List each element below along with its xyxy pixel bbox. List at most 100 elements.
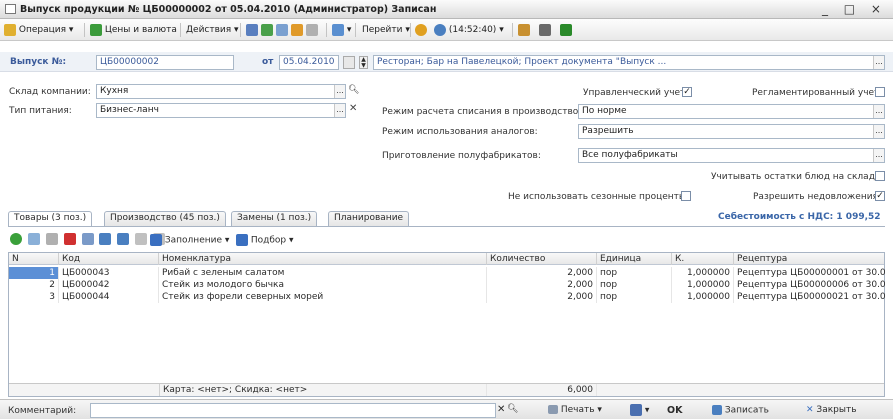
tab-goods[interactable]: Товары (3 поз.) (8, 211, 93, 227)
tab-production[interactable]: Производство (45 поз.) (104, 211, 226, 226)
col-k[interactable]: К. (672, 253, 734, 265)
warehouse-select-button[interactable]: ... (334, 85, 345, 98)
food-type-label: Тип питания: (9, 106, 72, 116)
help-icon (415, 23, 427, 36)
calendar-icon[interactable] (343, 56, 355, 69)
structure-button[interactable]: ▾ (332, 23, 351, 37)
window-title: Выпуск продукции № ЦБ00000002 от 05.04.2… (20, 4, 437, 15)
fill-icon (150, 234, 162, 246)
col-name[interactable]: Номенклатура (159, 253, 487, 265)
shortage-checkbox[interactable]: ✓ (875, 191, 885, 201)
reg-accounting-checkbox[interactable] (875, 87, 885, 97)
date-label: от (262, 57, 274, 67)
food-type-select-button[interactable]: ... (334, 104, 345, 117)
add-icon[interactable] (10, 233, 22, 245)
tree-icon[interactable] (518, 23, 530, 36)
copy-row-icon[interactable] (27, 233, 40, 245)
document-icon (5, 4, 16, 14)
tab-planning[interactable]: Планирование (328, 211, 410, 226)
move-up-icon[interactable] (99, 233, 112, 245)
save-button[interactable]: Записать (712, 405, 769, 416)
writeoff-field[interactable]: По норме... (578, 104, 885, 119)
structure-icon (332, 23, 344, 36)
pick-menu[interactable]: Подбор ▾ (236, 234, 294, 246)
select-button[interactable]: ... (873, 56, 884, 69)
sort-asc-icon[interactable] (135, 233, 148, 245)
col-code[interactable]: Код (59, 253, 159, 265)
footer-card-info: Карта: <нет>; Скидка: <нет> (159, 384, 487, 396)
fill-menu[interactable]: Заполнение ▾ (150, 234, 229, 246)
post-icon[interactable] (290, 23, 303, 36)
col-qty[interactable]: Количество (487, 253, 597, 265)
bottom-bar: Комментарий: ✕ 🔍︎ Печать ▾ ▾ OK Записать… (0, 399, 893, 419)
analog-select-button[interactable]: ... (873, 125, 884, 138)
seasonal-checkbox[interactable] (681, 191, 691, 201)
col-n[interactable]: N (9, 253, 59, 265)
move-down-icon[interactable] (117, 233, 130, 245)
prices-button[interactable]: Цены и валюта (90, 23, 177, 37)
main-toolbar: Операция ▾ Цены и валюта Действия ▾ ▾ Пе… (0, 19, 893, 41)
mgmt-accounting-checkbox[interactable]: ✓ (682, 87, 692, 97)
help-button[interactable] (415, 23, 427, 37)
table-row[interactable]: 1 ЦБ000043 Рибай с зеленым салатом 2,000… (9, 267, 886, 279)
floppy-icon (712, 405, 722, 415)
comment-clear-icon[interactable]: ✕ (497, 404, 505, 415)
date-field[interactable]: 05.04.2010 (279, 55, 339, 70)
save-icon[interactable] (246, 23, 258, 36)
warehouse-field[interactable]: Кухня... (96, 84, 346, 99)
warehouse-label: Склад компании: (9, 87, 91, 97)
print-button[interactable]: Печать ▾ (548, 405, 602, 415)
edit-icon[interactable] (45, 233, 58, 245)
goods-table: N Код Номенклатура Количество Единица К.… (8, 252, 886, 397)
unpost-icon[interactable] (305, 23, 318, 36)
table-footer: Карта: <нет>; Скидка: <нет> 6,000 (9, 383, 884, 396)
number-field[interactable]: ЦБ00000002 (96, 55, 234, 70)
title-bar: Выпуск продукции № ЦБ00000002 от 05.04.2… (0, 0, 893, 19)
comment-label: Комментарий: (8, 406, 77, 416)
delete-icon[interactable] (63, 233, 76, 245)
semi-finished-select-button[interactable]: ... (873, 149, 884, 162)
number-label: Выпуск №: (10, 57, 67, 67)
shortage-label: Разрешить недовложения (753, 192, 878, 202)
window-controls[interactable]: _ □ × (822, 2, 887, 16)
col-recipe[interactable]: Рецептура (734, 253, 886, 265)
copy-icon[interactable] (275, 23, 288, 36)
mgmt-accounting-label: Управленческий учет (583, 88, 686, 98)
food-type-field[interactable]: Бизнес-ланч... (96, 103, 346, 118)
table-row[interactable]: 3 ЦБ000044 Стейк из форели северных море… (9, 291, 886, 303)
list-icon[interactable] (538, 23, 551, 36)
time-button[interactable]: (14:52:40) ▾ (434, 23, 504, 37)
writeoff-select-button[interactable]: ... (873, 105, 884, 118)
col-unit[interactable]: Единица (597, 253, 672, 265)
clock-icon (434, 23, 446, 36)
analog-field[interactable]: Разрешить... (578, 124, 885, 139)
search-icon[interactable]: 🔍︎ (348, 85, 359, 98)
stock-checkbox[interactable] (875, 171, 885, 181)
document-header: Выпуск №: ЦБ00000002 от 05.04.2010 ▲ ▼ Ре… (0, 52, 893, 72)
date-spinner[interactable]: ▲ ▼ (359, 56, 368, 69)
semi-finished-field[interactable]: Все полуфабрикаты... (578, 148, 885, 163)
clear-icon[interactable]: ✕ (349, 103, 357, 114)
refresh-icon[interactable] (260, 23, 273, 36)
ok-button[interactable]: OK (667, 405, 682, 416)
currency-icon (90, 23, 102, 36)
close-button[interactable]: ✕ Закрыть (806, 405, 857, 415)
footer-qty-total: 6,000 (487, 384, 597, 396)
post-close-icon[interactable]: ▾ (630, 404, 649, 416)
operation-menu[interactable]: Операция ▾ (4, 23, 73, 37)
comment-search-icon[interactable]: 🔍︎ (507, 404, 518, 414)
table-header: N Код Номенклатура Количество Единица К.… (9, 253, 884, 265)
goto-menu[interactable]: Перейти ▾ (362, 23, 410, 37)
analog-label: Режим использования аналогов: (382, 127, 538, 137)
operation-icon (4, 23, 16, 36)
excel-icon[interactable] (559, 23, 572, 36)
end-edit-icon[interactable] (81, 233, 94, 245)
grid-toolbar (10, 233, 165, 247)
actions-menu[interactable]: Действия ▾ (186, 23, 239, 37)
stock-label: Учитывать остатки блюд на складе (711, 172, 881, 182)
description-field[interactable]: Ресторан; Бар на Павелецкой; Проект доку… (373, 55, 885, 70)
tab-replacements[interactable]: Замены (1 поз.) (231, 211, 318, 226)
table-row[interactable]: 2 ЦБ000042 Стейк из молодого бычка 2,000… (9, 279, 886, 291)
pick-icon (236, 234, 248, 246)
comment-field[interactable] (90, 403, 496, 418)
